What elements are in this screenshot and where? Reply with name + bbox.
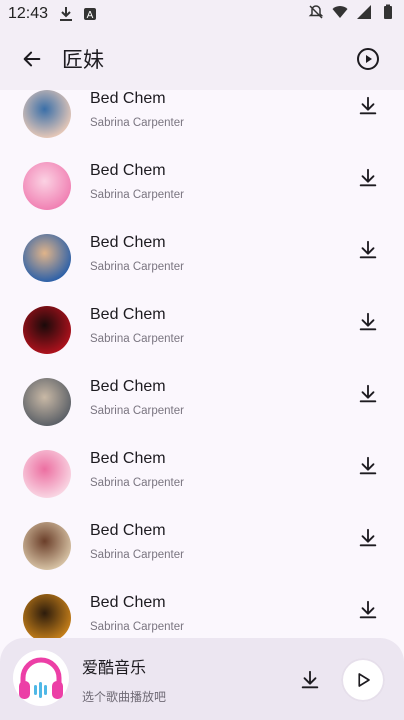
download-button[interactable]	[352, 378, 384, 410]
status-icons-right	[308, 4, 396, 20]
song-row[interactable]: Bed Chem Sabrina Carpenter	[0, 222, 404, 294]
download-icon	[359, 528, 377, 547]
status-bar: 12:43 A	[0, 0, 404, 28]
download-icon	[359, 96, 377, 115]
status-icons-left: A	[58, 6, 98, 22]
app-bar: 匠妹	[0, 28, 404, 90]
album-cover	[23, 162, 71, 210]
download-icon	[359, 600, 377, 619]
download-icon	[359, 456, 377, 475]
download-icon	[359, 384, 377, 403]
album-cover	[23, 450, 71, 498]
album-cover	[23, 306, 71, 354]
album-cover	[23, 378, 71, 426]
download-button[interactable]	[352, 90, 384, 122]
play-all-button[interactable]	[344, 35, 392, 83]
song-artist: Sabrina Carpenter	[90, 477, 184, 489]
song-row[interactable]: Bed Chem Sabrina Carpenter	[0, 150, 404, 222]
download-icon	[359, 168, 377, 187]
song-artist: Sabrina Carpenter	[90, 261, 184, 273]
download-button[interactable]	[352, 522, 384, 554]
song-row[interactable]: Bed Chem Sabrina Carpenter	[0, 510, 404, 582]
player-cover	[13, 650, 69, 706]
song-artist: Sabrina Carpenter	[90, 333, 184, 345]
download-button[interactable]	[352, 234, 384, 266]
song-title: Bed Chem	[90, 234, 166, 251]
wifi-icon	[332, 6, 348, 18]
song-title: Bed Chem	[90, 378, 166, 395]
download-button[interactable]	[352, 162, 384, 194]
song-artist: Sabrina Carpenter	[90, 117, 184, 129]
download-icon	[359, 240, 377, 259]
song-artist: Sabrina Carpenter	[90, 621, 184, 633]
a-badge-icon: A	[84, 8, 97, 21]
song-row[interactable]: Bed Chem Sabrina Carpenter	[0, 294, 404, 366]
song-row[interactable]: Bed Chem Sabrina Carpenter	[0, 582, 404, 638]
song-title: Bed Chem	[90, 306, 166, 323]
song-artist: Sabrina Carpenter	[90, 405, 184, 417]
mute-icon	[308, 5, 324, 19]
album-cover	[23, 90, 71, 138]
signal-icon	[357, 5, 371, 19]
download-icon	[301, 670, 319, 689]
play-circle-icon	[357, 48, 379, 70]
song-title: Bed Chem	[90, 522, 166, 539]
player-subtitle: 选个歌曲播放吧	[82, 690, 167, 704]
arrow-left-icon	[23, 51, 41, 67]
song-row[interactable]: Bed Chem Sabrina Carpenter	[0, 366, 404, 438]
svg-text:A: A	[87, 10, 94, 21]
play-icon	[358, 673, 370, 687]
player-play-button[interactable]	[341, 658, 385, 702]
album-cover	[23, 594, 71, 638]
song-artist: Sabrina Carpenter	[90, 189, 184, 201]
song-title: Bed Chem	[90, 90, 166, 107]
download-button[interactable]	[352, 306, 384, 338]
battery-icon	[384, 4, 392, 19]
back-button[interactable]	[8, 35, 56, 83]
headphones-icon	[19, 657, 63, 699]
song-row[interactable]: Bed Chem Sabrina Carpenter	[0, 438, 404, 510]
album-cover	[23, 522, 71, 570]
download-button[interactable]	[352, 594, 384, 626]
mini-player[interactable]: 爱酷音乐 选个歌曲播放吧	[0, 638, 404, 720]
song-title: Bed Chem	[90, 450, 166, 467]
song-title: Bed Chem	[90, 162, 166, 179]
download-icon	[60, 7, 73, 21]
download-button[interactable]	[352, 450, 384, 482]
song-list-inner: Bed Chem Sabrina Carpenter Bed Chem Sabrina…	[0, 90, 404, 638]
song-row[interactable]: Bed Chem Sabrina Carpenter	[0, 90, 404, 150]
album-cover	[23, 234, 71, 282]
player-title: 爱酷音乐	[82, 658, 147, 677]
page-title: 匠妹	[62, 48, 104, 72]
status-time: 12:43	[8, 5, 49, 22]
song-list[interactable]: Bed Chem Sabrina Carpenter Bed Chem Sabrina…	[0, 90, 404, 638]
song-artist: Sabrina Carpenter	[90, 549, 184, 561]
download-icon	[359, 312, 377, 331]
player-download-button[interactable]	[294, 664, 326, 696]
song-title: Bed Chem	[90, 594, 166, 611]
